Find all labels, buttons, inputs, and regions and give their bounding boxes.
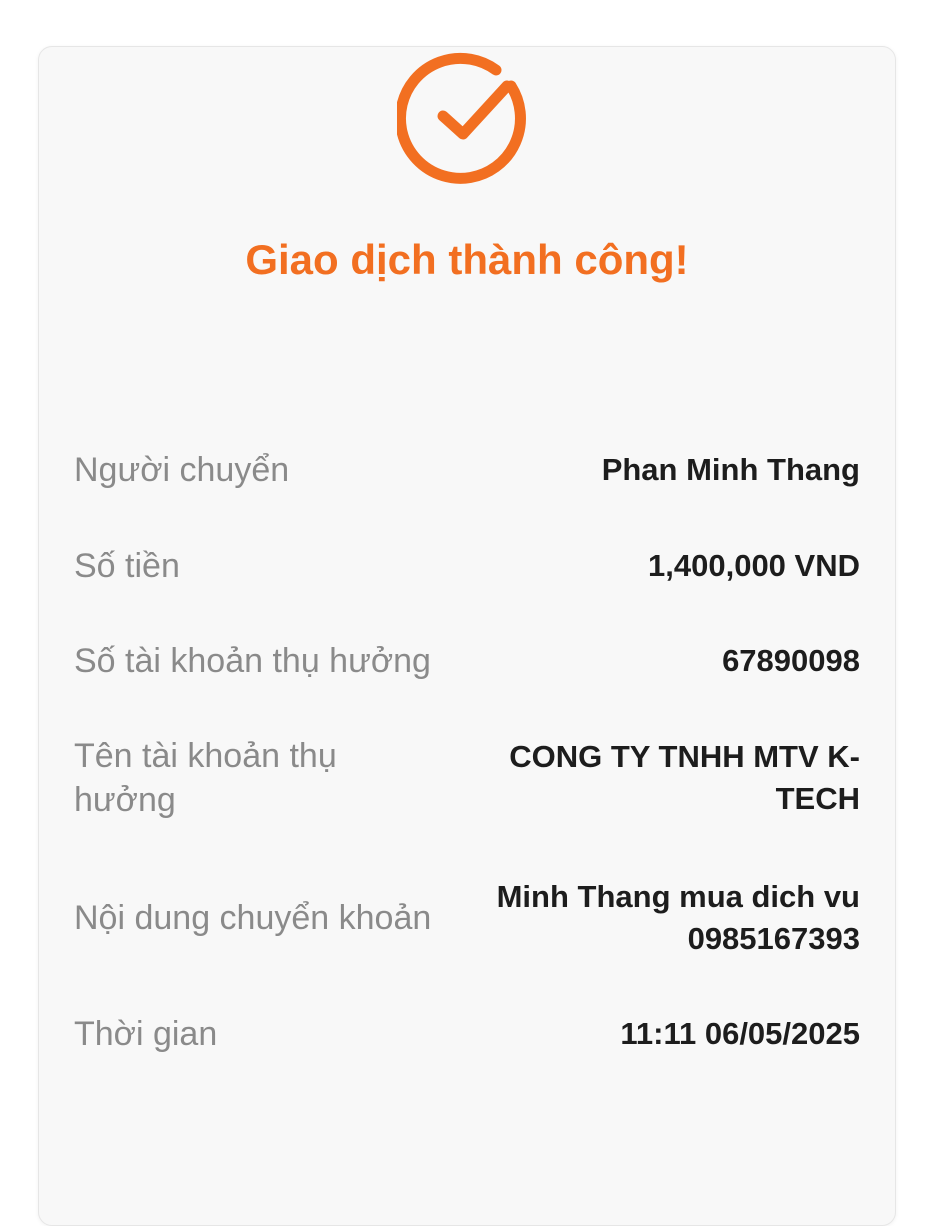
transfer-content-label: Nội dung chuyển khoản	[74, 899, 432, 937]
time-label: Thời gian	[74, 1015, 218, 1053]
amount-value: 1,400,000 VND	[648, 548, 860, 583]
detail-row-amount: Số tiền 1,400,000 VND	[74, 544, 860, 588]
transfer-content-value: Minh Thang mua dich vu 0985167393	[496, 879, 860, 956]
detail-row-beneficiary-name: Tên tài khoản thụ hưởng CONG TY TNHH MTV…	[74, 734, 860, 822]
sender-label: Người chuyển	[74, 451, 290, 489]
detail-row-sender: Người chuyển Phan Minh Thang	[74, 448, 860, 492]
detail-row-time: Thời gian 11:11 06/05/2025	[74, 1012, 860, 1056]
time-value: 11:11 06/05/2025	[620, 1016, 860, 1051]
beneficiary-account-label: Số tài khoản thụ hưởng	[74, 642, 431, 680]
sender-value: Phan Minh Thang	[601, 452, 860, 487]
check-circle-icon	[397, 48, 537, 188]
detail-row-beneficiary-account: Số tài khoản thụ hưởng 67890098	[74, 639, 860, 683]
success-title: Giao dịch thành công!	[245, 236, 689, 283]
amount-label: Số tiền	[74, 547, 180, 585]
beneficiary-name-value: CONG TY TNHH MTV K-TECH	[509, 739, 860, 816]
beneficiary-account-value: 67890098	[722, 643, 860, 678]
beneficiary-name-label: Tên tài khoản thụ hưởng	[74, 737, 337, 819]
detail-row-transfer-content: Nội dung chuyển khoản Minh Thang mua dic…	[74, 876, 860, 960]
